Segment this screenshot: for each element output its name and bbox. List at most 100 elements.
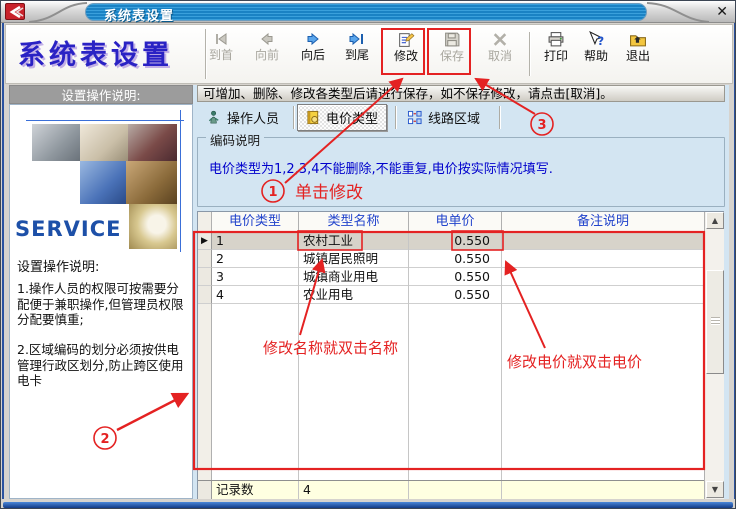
header-toolbar-band: 系统表设置 到首 向前 向后 到尾 [5,24,733,84]
title-bar: 系统表设置 ✕ [1,1,736,23]
first-arrow-icon [211,31,231,47]
sidebar-note-1: 1.操作人员的权限可按需要分配便于兼职操作,但管理员权限分配要慎重; [17,281,189,328]
help-button[interactable]: ? 帮助 [574,28,618,82]
next-arrow-icon [303,31,323,47]
sidebar-note-2: 2.区域编码的划分必须按供电管理行政区划分,防止跨区使用电卡 [17,342,189,389]
cell-name[interactable]: 城镇商业用电 [299,268,409,286]
window-title: 系统表设置 [104,5,174,24]
column-header-note: 备注说明 [502,212,704,232]
footer-empty-cell [502,481,704,500]
tab-separator [499,106,500,129]
selector-column [198,304,212,480]
sidebar-panel: SERVICE 设置操作说明: 1.操作人员的权限可按需要分配便于兼职操作,但管… [9,104,193,499]
nav-next-button[interactable]: 向后 [291,28,335,82]
cell-price[interactable]: 0.550 [409,286,502,304]
collage-image-pens [128,124,177,161]
price-type-icon [306,110,321,125]
grid-corner-cell [198,212,212,232]
tab-separator [293,106,294,129]
tab-operators[interactable]: 操作人员 [199,105,287,130]
vertical-scrollbar[interactable]: ▲ ▼ [704,212,724,499]
cell-note[interactable] [502,250,704,268]
window-bottom-band [1,499,736,509]
cell-type[interactable]: 3 [212,268,299,286]
tab-line-regions[interactable]: 线路区域 [399,105,488,130]
cell-price[interactable]: 0.550 [409,232,502,250]
column-header-name: 类型名称 [299,212,409,232]
cell-name[interactable]: 城镇居民照明 [299,250,409,268]
tab-price-types[interactable]: 电价类型 [297,104,387,131]
column-header-type: 电价类型 [212,212,299,232]
grid-footer: 记录数 4 [198,480,704,499]
collage-image-tools [32,124,80,161]
edit-icon [396,31,416,48]
record-count-value: 4 [299,481,409,500]
exit-button[interactable]: 退出 [616,28,660,82]
scrollbar-thumb[interactable] [706,270,724,374]
cell-note[interactable] [502,232,704,250]
row-selector[interactable] [198,250,212,268]
main-panel: 可增加、删除、修改各类型后请进行保存，如不保存修改，请点击[取消]。 操作人员 … [193,85,729,499]
cell-price[interactable]: 0.550 [409,250,502,268]
app-logo-icon [5,3,25,20]
cell-type[interactable]: 4 [212,286,299,304]
footer-empty-cell [409,481,502,500]
cancel-x-icon [490,31,510,48]
cancel-button[interactable]: 取消 [478,28,522,82]
grid-line [298,304,299,480]
print-button[interactable]: 打印 [534,28,578,82]
scroll-up-button[interactable]: ▲ [706,212,724,229]
nav-last-button[interactable]: 到尾 [335,28,379,82]
code-description-groupbox: 编码说明 电价类型为1,2,3,4不能删除,不能重复,电价按实际情况填写. [197,137,725,207]
bottom-blue-strip [3,502,733,508]
toolbar-separator [529,32,530,76]
prev-arrow-icon [257,31,277,47]
window-left-edge [2,23,4,500]
cell-name[interactable]: 农业用电 [299,286,409,304]
collage-line [180,110,181,252]
row-selector[interactable]: ▶ [198,232,212,250]
record-count-label: 记录数 [212,481,299,500]
save-button[interactable]: 保存 [430,28,474,82]
cell-type[interactable]: 1 [212,232,299,250]
svg-text:?: ? [597,34,604,48]
nav-prev-button[interactable]: 向前 [245,28,289,82]
groupbox-title: 编码说明 [206,130,264,149]
cell-type[interactable]: 2 [212,250,299,268]
last-arrow-icon [347,31,367,47]
table-row[interactable]: 2 城镇居民照明 0.550 [198,250,704,268]
help-cursor-icon: ? [586,31,606,48]
cell-name[interactable]: 农村工业 [299,232,409,250]
groupbox-note: 电价类型为1,2,3,4不能删除,不能重复,电价按实际情况填写. [209,158,553,177]
row-selector[interactable] [198,286,212,304]
collage-image-watch [129,204,177,249]
collage-line [26,120,184,121]
cell-price[interactable]: 0.550 [409,268,502,286]
grid-line [408,304,409,480]
sidebar-header: 设置操作说明: [9,85,193,104]
person-icon [207,110,222,125]
service-logo-text: SERVICE [15,217,121,241]
row-selector[interactable] [198,268,212,286]
close-button[interactable]: ✕ [716,3,728,21]
table-row[interactable]: ▶ 1 农村工业 0.550 [198,232,704,250]
table-row[interactable]: 4 农业用电 0.550 [198,286,704,304]
info-bar: 可增加、删除、修改各类型后请进行保存，如不保存修改，请点击[取消]。 [197,85,725,102]
collage-image-keyboard [80,161,126,204]
exit-folder-icon [628,31,648,48]
scroll-down-button[interactable]: ▼ [706,481,724,498]
collage-image-pen [80,124,128,161]
footer-selector [198,481,212,500]
grid-line [501,304,502,480]
cell-note[interactable] [502,268,704,286]
price-type-grid: 电价类型 类型名称 电单价 备注说明 ▶ 1 农村工业 0.550 2 城镇居民… [197,211,724,499]
region-docs-icon [407,110,423,125]
cell-note[interactable] [502,286,704,304]
system-table-settings-window: 系统表设置 ✕ 系统表设置 到首 向前 向后 [0,0,736,509]
table-row[interactable]: 3 城镇商业用电 0.550 [198,268,704,286]
sidebar-notes-title: 设置操作说明: [17,256,99,275]
nav-first-button[interactable]: 到首 [199,28,243,82]
tab-separator [395,106,396,129]
edit-button[interactable]: 修改 [384,28,428,82]
save-floppy-icon [442,31,462,48]
